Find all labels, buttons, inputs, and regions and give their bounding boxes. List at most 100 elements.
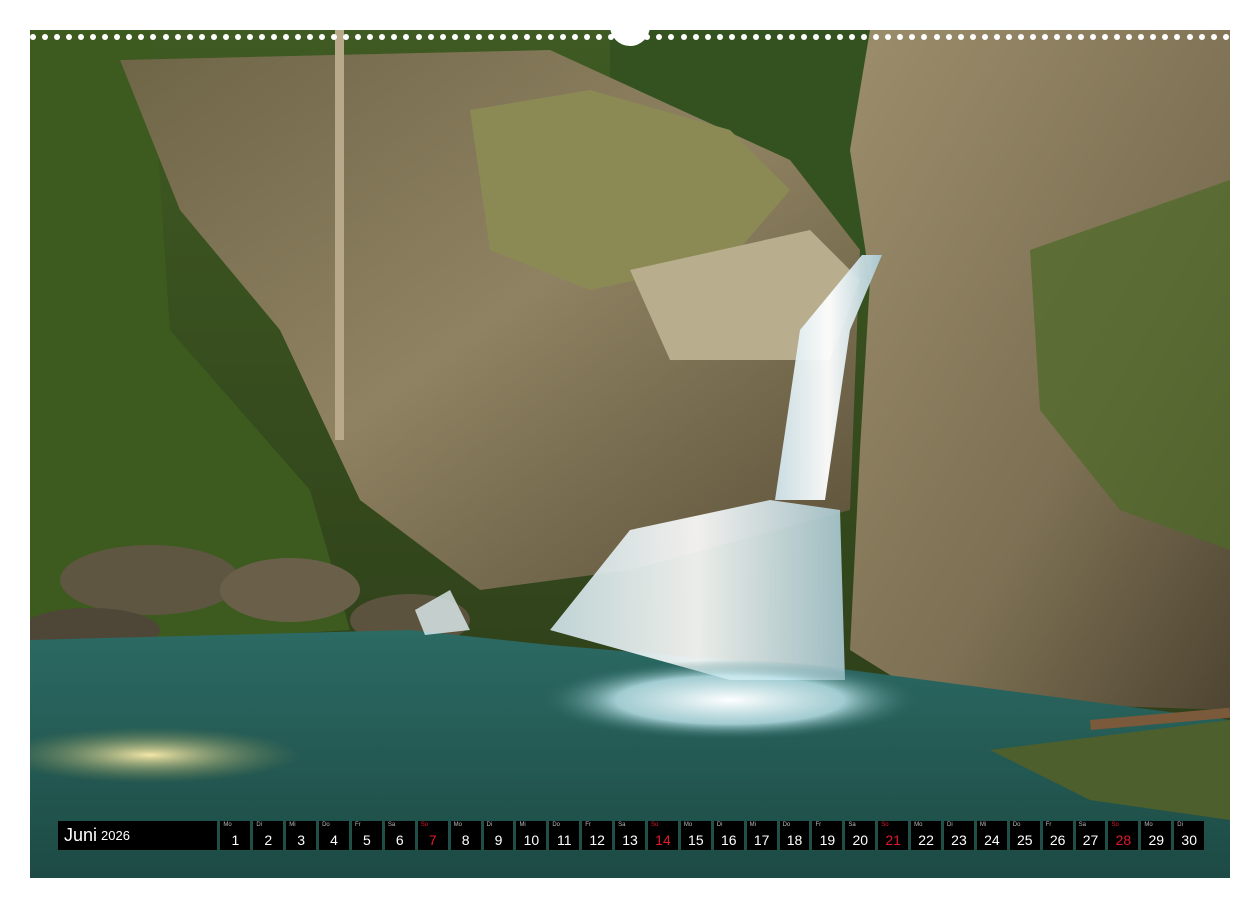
binding-hole xyxy=(403,34,410,40)
binding-hole xyxy=(427,34,434,40)
day-number: 6 xyxy=(395,832,404,848)
binding-hole xyxy=(78,34,85,40)
binding-hole xyxy=(849,34,856,40)
binding-hole xyxy=(246,34,253,40)
binding-hole xyxy=(307,34,314,40)
weekday-label: Mi xyxy=(289,822,296,828)
day-number: 13 xyxy=(622,832,638,848)
weekday-label: Di xyxy=(256,822,262,828)
day-number: 23 xyxy=(951,832,967,848)
binding-hole xyxy=(234,34,241,40)
binding-hole xyxy=(90,34,97,40)
binding-hole xyxy=(1029,34,1036,40)
binding-hole xyxy=(487,34,494,40)
binding-hole xyxy=(873,34,880,40)
weekday-label: So xyxy=(420,822,429,828)
binding-hole xyxy=(740,34,747,40)
day-number: 19 xyxy=(819,832,836,848)
binding-hole xyxy=(704,34,711,40)
weekday-label: Mo xyxy=(453,822,462,828)
day-cell: Di 30 xyxy=(1174,821,1205,850)
binding-hole xyxy=(788,34,795,40)
day-number: 16 xyxy=(720,832,737,848)
binding-hole xyxy=(1053,34,1060,40)
binding-hole xyxy=(222,34,229,40)
binding-hole xyxy=(897,34,904,40)
day-number: 12 xyxy=(589,832,605,848)
day-number: 18 xyxy=(786,832,803,848)
binding-hole xyxy=(42,34,49,40)
day-cell: Mi 17 xyxy=(746,821,777,850)
weekday-label: Mi xyxy=(979,822,987,828)
day-cell: Do 25 xyxy=(1009,821,1040,850)
waterfall-photo xyxy=(30,30,1230,878)
day-cell: Mo 22 xyxy=(911,821,942,850)
binding-hole xyxy=(162,34,169,40)
day-cell: Fr 26 xyxy=(1042,821,1073,850)
binding-hole xyxy=(837,34,844,40)
binding-hole xyxy=(1150,34,1157,40)
day-cell: So 14 xyxy=(648,821,678,850)
day-cell: Do 18 xyxy=(779,821,810,850)
binding-hole xyxy=(1005,34,1012,40)
day-number: 24 xyxy=(984,832,1000,848)
weekday-label: Do xyxy=(782,822,791,828)
binding-hole xyxy=(680,34,687,40)
binding-hole xyxy=(102,34,109,40)
day-cell: Mi 24 xyxy=(976,821,1007,850)
binding-hole xyxy=(138,34,145,40)
day-cell: Mo 1 xyxy=(220,821,251,850)
day-number: 22 xyxy=(918,832,934,848)
binding-hole xyxy=(319,34,326,40)
binding-hole xyxy=(1078,34,1085,40)
weekday-label: Di xyxy=(947,822,953,828)
weekday-label: Sa xyxy=(387,822,396,828)
binding-hole xyxy=(150,34,157,40)
weekday-label: Di xyxy=(1177,822,1183,828)
binding-hole xyxy=(1210,34,1217,40)
day-cell: Mo 15 xyxy=(680,821,711,850)
weekday-label: Sa xyxy=(618,822,626,828)
binding-hole xyxy=(66,34,73,40)
binding-hole xyxy=(523,34,530,40)
day-number: 30 xyxy=(1181,832,1197,848)
binding-hole xyxy=(813,34,820,40)
binding-hole xyxy=(54,34,61,40)
binding-hole xyxy=(451,34,458,40)
day-number: 15 xyxy=(688,832,704,848)
binding-hole xyxy=(993,34,1000,40)
binding-hole xyxy=(1066,34,1073,40)
day-number: 20 xyxy=(852,832,869,848)
binding-hole xyxy=(1102,34,1109,40)
binding-hole xyxy=(343,34,350,40)
day-cell: Di 2 xyxy=(253,821,284,850)
binding-hole xyxy=(728,34,735,40)
day-cell: Sa 20 xyxy=(845,821,876,850)
day-number: 5 xyxy=(363,832,371,848)
binding-hole xyxy=(716,34,723,40)
weekday-label: Mo xyxy=(683,822,693,828)
waterfall-illustration xyxy=(30,30,1230,878)
binding-hole xyxy=(909,34,916,40)
calendar-page: Juni 2026 Mo 1 Di 2 Mi 3 Do 4 Fr 5 Sa 6 So 7 Mo 8 Di 9 Mi 1… xyxy=(0,0,1260,908)
weekday-label: Do xyxy=(1012,822,1021,828)
binding-hole xyxy=(367,34,374,40)
binding-hole xyxy=(776,34,783,40)
day-cell: Fr 12 xyxy=(582,821,613,850)
binding-hole xyxy=(30,34,36,40)
weekday-label: Mo xyxy=(223,822,232,828)
day-cell: Di 9 xyxy=(483,821,514,850)
day-number: 3 xyxy=(297,832,306,848)
day-cell: Sa 6 xyxy=(384,821,415,850)
binding-hole xyxy=(391,34,398,40)
binding-hole xyxy=(981,34,988,40)
day-cell: So 28 xyxy=(1108,821,1139,850)
binding-hole xyxy=(210,34,217,40)
day-cell: Sa 27 xyxy=(1075,821,1106,850)
binding-hole xyxy=(174,34,181,40)
binding-hole xyxy=(1090,34,1097,40)
binding-hole xyxy=(752,34,759,40)
binding-hole xyxy=(114,34,121,40)
binding-hole xyxy=(560,34,567,40)
day-number: 26 xyxy=(1049,832,1066,848)
